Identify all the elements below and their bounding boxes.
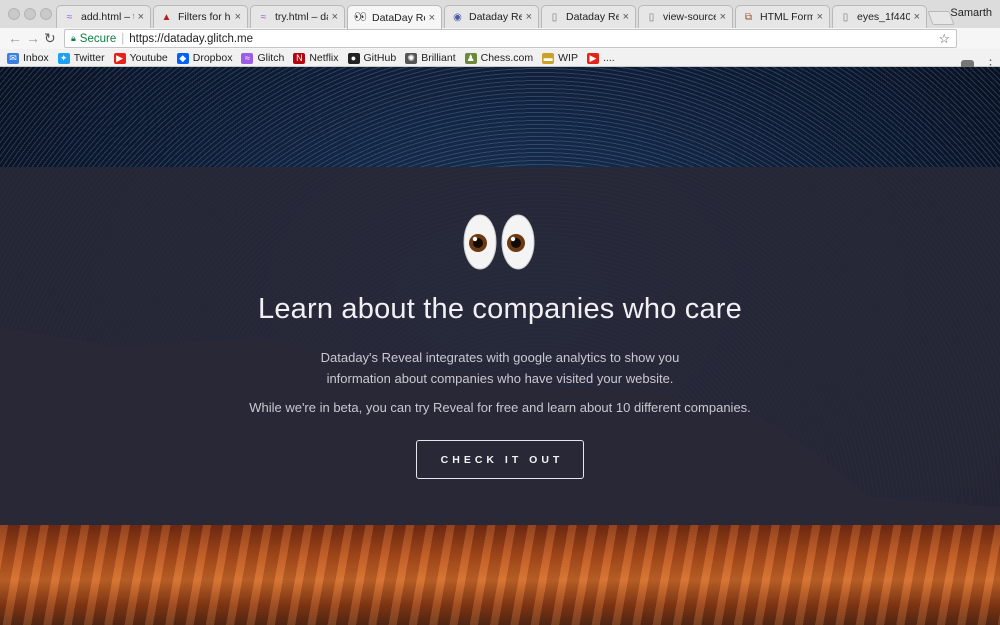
browser-tab[interactable]: ≈ try.html – data × (250, 5, 345, 28)
bookmark-label: Dropbox (192, 52, 233, 64)
netflix-icon: N (293, 52, 306, 64)
inbox-icon: ✉ (7, 52, 19, 64)
browser-tab[interactable]: ▲ Filters for harsh × (153, 5, 248, 28)
eyes-icon (463, 214, 535, 270)
close-tab-icon[interactable]: × (914, 11, 920, 23)
zoom-window-button[interactable] (40, 8, 52, 20)
profile-name[interactable]: Samarth (950, 7, 992, 19)
bookmark-item[interactable]: ≈ Glitch (241, 52, 284, 64)
youtube-icon: ▶ (113, 52, 126, 64)
tab-label: Dataday Reveal (469, 11, 522, 23)
back-arrow-icon[interactable]: ← (8, 31, 22, 45)
glitch-icon: ≈ (66, 11, 73, 23)
browser-chrome: ≈ add.html – twi × ▲ Filters for harsh × ≈ try.… (0, 0, 1000, 72)
globe-icon: ◉ (453, 11, 462, 23)
bookmark-label: Glitch (257, 52, 285, 64)
bookmark-item[interactable]: ▶.... (586, 52, 615, 64)
glitch-icon: ≈ (260, 11, 267, 23)
chess-icon: ♟ (464, 52, 477, 64)
minimize-window-button[interactable] (24, 8, 36, 20)
formatter-icon: ⧉ (744, 11, 753, 23)
bookmark-item[interactable]: ▬ WIP (542, 52, 578, 64)
eyes-icon: 👀︎ (354, 12, 367, 23)
close-tab-icon[interactable]: × (138, 11, 144, 23)
browser-tab[interactable]: ⧉ HTML Formatte × (735, 5, 830, 28)
tab-label: add.html – twi (81, 11, 134, 23)
bookmark-item[interactable]: ● GitHub (347, 52, 397, 64)
bookmark-label: Youtube (129, 52, 168, 64)
bookmark-label: Inbox (23, 52, 49, 64)
bookmark-label: Chess.com (480, 52, 534, 64)
browser-tab[interactable]: ▯ Dataday Reveal × (541, 5, 636, 28)
bookmark-item[interactable]: ✺ Brilliant (405, 52, 456, 64)
glitch-icon: ≈ (241, 52, 254, 64)
bookmark-label: Brilliant (421, 52, 456, 64)
check-it-out-button[interactable]: CHECK IT OUT (416, 440, 584, 479)
browser-tab[interactable]: ≈ add.html – twi × (56, 5, 151, 28)
lock-icon: 🔒︎ (71, 33, 76, 43)
toolbar: ← → ↻ 🔒︎ Secure | https://dataday.glitch… (0, 28, 1000, 72)
bookmark-label: Twitter (73, 52, 105, 64)
hero-description: Dataday's Reveal integrates with google … (320, 350, 680, 386)
bookmark-label: WIP (558, 52, 578, 64)
url-text[interactable]: https://dataday.glitch.me (129, 33, 253, 45)
beta-note: While we're in beta, you can try Reveal … (249, 400, 751, 415)
canyon-rock-texture (0, 525, 1000, 625)
page-icon: ▯ (648, 11, 655, 23)
browser-tab[interactable]: ◉ Dataday Reveal × (444, 5, 539, 28)
page-icon: ▯ (842, 11, 849, 23)
bookmark-label: Netflix (309, 52, 339, 64)
bookmark-label: .... (602, 52, 615, 64)
address-bar[interactable]: 🔒︎ Secure | https://dataday.glitch.me ☆ (64, 29, 957, 48)
close-tab-icon[interactable]: × (526, 11, 532, 23)
tab-label: view-source:ht (663, 11, 716, 23)
secure-label: Secure (79, 32, 117, 45)
bookmark-item[interactable]: ✉ Inbox (7, 52, 49, 64)
tab-label: Filters for harsh (178, 11, 231, 23)
close-tab-icon[interactable]: × (623, 11, 629, 23)
twitter-icon: ✦ (57, 52, 70, 64)
boot-icon: ▲ (161, 11, 172, 23)
close-tab-icon[interactable]: × (720, 11, 726, 23)
web-page: Learn about the companies who care Datad… (0, 67, 1000, 625)
tab-label: Dataday Reveal (566, 11, 619, 23)
bookmark-label: GitHub (363, 52, 397, 64)
bookmark-item[interactable]: N Netflix (293, 52, 339, 64)
reload-icon[interactable]: ↻ (44, 31, 56, 45)
bookmark-item[interactable]: ▶ Youtube (113, 52, 168, 64)
tab-label: HTML Formatte (760, 11, 813, 23)
page-icon: ▯ (551, 11, 558, 23)
close-tab-icon[interactable]: × (429, 12, 435, 24)
tab-label: eyes_1f440.png (857, 11, 910, 23)
bookmark-item[interactable]: ✦ Twitter (57, 52, 105, 64)
url-separator: | (121, 32, 125, 45)
forward-arrow-icon[interactable]: → (26, 31, 40, 45)
close-tab-icon[interactable]: × (235, 11, 241, 23)
youtube-icon: ▶ (586, 52, 599, 64)
tab-label: DataDay Reveal (372, 11, 425, 24)
close-tab-icon[interactable]: × (817, 11, 823, 23)
wip-icon: ▬ (542, 52, 555, 64)
brilliant-icon: ✺ (405, 52, 418, 64)
hero-headline: Learn about the companies who care (258, 293, 742, 325)
github-icon: ● (347, 52, 360, 64)
close-tab-icon[interactable]: × (332, 11, 338, 23)
browser-tab[interactable]: 👀︎ DataDay Reveal × (347, 5, 442, 29)
tab-strip: ≈ add.html – twi × ▲ Filters for harsh × ≈ try.… (0, 0, 1000, 29)
tab-label: try.html – data (275, 11, 328, 23)
hero-section: Learn about the companies who care Datad… (0, 167, 1000, 525)
bookmark-item[interactable]: ◆ Dropbox (176, 52, 233, 64)
browser-tab[interactable]: ▯ eyes_1f440.png × (832, 5, 927, 28)
browser-tab[interactable]: ▯ view-source:ht × (638, 5, 733, 28)
bookmark-star-icon[interactable]: ☆ (938, 31, 950, 47)
dropbox-icon: ◆ (176, 52, 189, 64)
bookmarks-bar: ✉ Inbox ✦ Twitter ▶ Youtube ◆ Dropbox ≈ Glitch N Ne… (0, 49, 1000, 67)
close-window-button[interactable] (8, 8, 20, 20)
bookmark-item[interactable]: ♟ Chess.com (464, 52, 534, 64)
